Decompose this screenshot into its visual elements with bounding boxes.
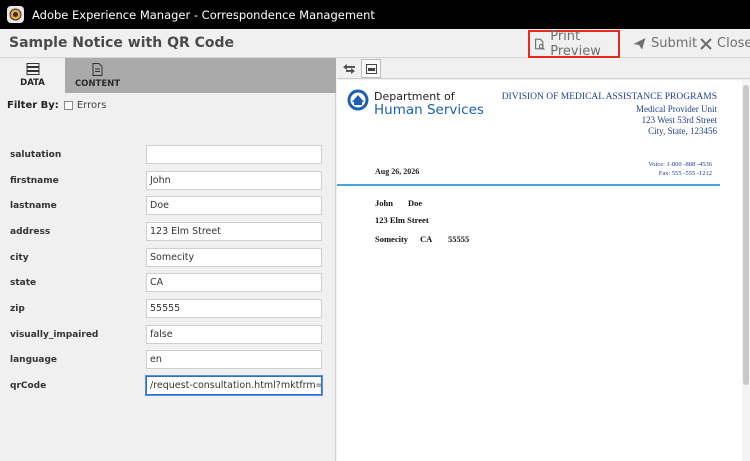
title-bar: Adobe Experience Manager - Correspondenc… <box>0 0 750 29</box>
state-input[interactable]: CA <box>146 273 322 292</box>
division-title: DIVISION OF MEDICAL ASSISTANCE PROGRAMS <box>501 92 717 102</box>
field-row: qrCode /request-consultation.html?mktfrm… <box>0 376 336 396</box>
address-line: City, State, 123456 <box>648 126 717 136</box>
field-label-salutation: salutation <box>10 150 62 160</box>
layout-icon <box>365 63 377 74</box>
firstname-input[interactable]: John <box>146 171 322 190</box>
field-row: visually_impaired false <box>0 325 336 345</box>
field-label-city: city <box>10 253 29 263</box>
errors-label: Errors <box>76 100 107 111</box>
header: Sample Notice with QR Code Print Preview… <box>0 29 750 59</box>
page-title: Sample Notice with QR Code <box>9 35 235 51</box>
errors-checkbox[interactable] <box>63 101 73 110</box>
field-row: salutation <box>0 145 336 165</box>
tab-content-label: CONTENT <box>74 78 121 89</box>
field-label-lastname: lastname <box>10 201 57 211</box>
field-label-state: state <box>10 278 37 288</box>
field-row: language en <box>0 350 336 370</box>
address-line: Medical Provider Unit <box>636 104 717 114</box>
recipient-firstname: John <box>375 198 393 208</box>
dhs-name-line2: Human Services <box>374 102 484 118</box>
toggle-panel-button[interactable] <box>339 59 359 78</box>
address-input[interactable]: 123 Elm Street <box>146 222 322 241</box>
layout-button[interactable] <box>361 59 381 78</box>
tab-content[interactable]: CONTENT <box>65 58 130 93</box>
data-panel: DATA CONTENT Filter By: Errors salutatio… <box>0 58 336 461</box>
qrcode-input[interactable]: /request-consultation.html?mktfrm=govern… <box>146 376 322 395</box>
language-input[interactable]: en <box>146 350 322 369</box>
field-label-qrcode: qrCode <box>10 381 47 391</box>
letter-preview: Department of Human Services DIVISION OF… <box>337 80 742 461</box>
field-label-firstname: firstname <box>10 176 59 186</box>
salutation-input[interactable] <box>146 145 322 164</box>
recipient-state: CA <box>420 234 433 244</box>
recipient-city: Somecity <box>375 234 409 244</box>
tab-data-label: DATA <box>20 78 45 88</box>
print-preview-icon <box>535 38 545 51</box>
address-line: 123 West 53rd Street <box>641 115 717 125</box>
field-row: zip 55555 <box>0 299 336 319</box>
zip-input[interactable]: 55555 <box>146 299 322 318</box>
field-row: city Somecity <box>0 248 336 268</box>
print-preview-button[interactable]: Print Preview <box>528 29 620 59</box>
preview-toolbar <box>337 58 750 79</box>
recipient-street: 123 Elm Street <box>375 215 429 225</box>
field-label-address: address <box>10 227 51 237</box>
field-label-visually-impaired: visually_impaired <box>10 330 99 340</box>
recipient-zip: 55555 <box>448 234 470 244</box>
recipient-lastname: Doe <box>408 198 423 208</box>
submit-label: Submit <box>651 36 698 51</box>
field-label-language: language <box>10 355 58 365</box>
lastname-input[interactable]: Doe <box>146 196 322 215</box>
filter-label: Filter By: <box>7 100 59 111</box>
field-row: firstname John <box>0 171 336 191</box>
preview-scrollbar[interactable] <box>742 80 750 461</box>
close-button[interactable]: Close <box>700 30 750 57</box>
field-label-zip: zip <box>10 304 25 314</box>
close-icon <box>700 37 712 50</box>
field-row: state CA <box>0 273 336 293</box>
filter-bar: Filter By: Errors <box>7 100 106 111</box>
dhs-seal-icon <box>347 89 369 111</box>
scroll-thumb[interactable] <box>743 85 749 385</box>
close-label: Close <box>717 36 750 51</box>
preview-panel: Department of Human Services DIVISION OF… <box>337 58 750 461</box>
tab-data[interactable]: DATA <box>0 58 65 93</box>
voice-number: Voice: 1-800 -888 -4536 <box>648 161 712 168</box>
swap-arrows-icon <box>343 63 355 74</box>
fax-number: Fax: 555 -555 -1212 <box>658 170 712 177</box>
visually-impaired-input[interactable]: false <box>146 325 322 344</box>
panel-tabs: DATA CONTENT <box>0 58 336 93</box>
letter-date: Aug 26, 2026 <box>375 167 420 176</box>
send-icon <box>633 38 646 50</box>
field-row: address 123 Elm Street <box>0 222 336 242</box>
submit-button[interactable]: Submit <box>633 30 697 57</box>
aem-logo-icon <box>7 6 24 23</box>
header-divider <box>337 184 720 186</box>
data-icon <box>26 63 39 75</box>
field-row: lastname Doe <box>0 196 336 216</box>
window-title: Adobe Experience Manager - Correspondenc… <box>32 7 375 22</box>
print-preview-label: Print Preview <box>550 29 601 59</box>
city-input[interactable]: Somecity <box>146 248 322 267</box>
document-icon <box>92 62 103 76</box>
